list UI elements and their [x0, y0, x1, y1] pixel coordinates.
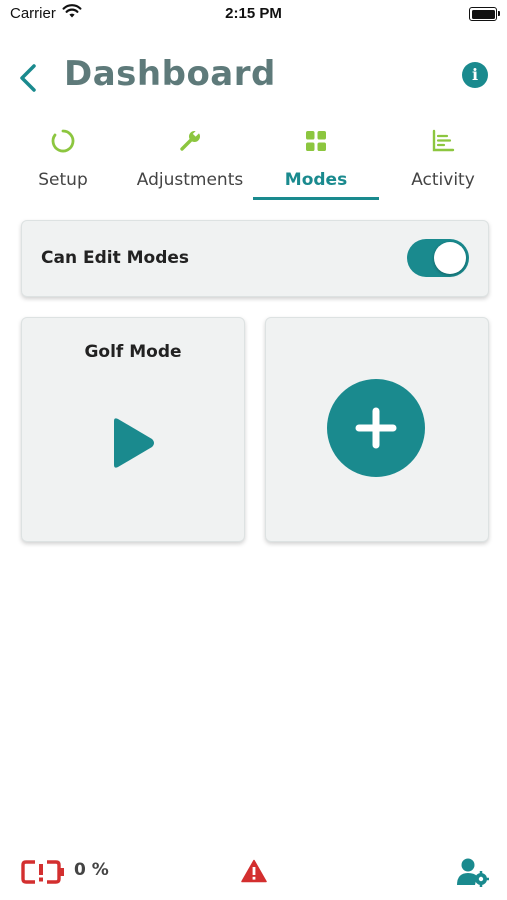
device-battery-icon — [21, 860, 65, 888]
tab-modes[interactable]: Modes — [253, 122, 379, 202]
battery-percent: 0 % — [74, 860, 109, 880]
active-tab-indicator — [253, 197, 379, 200]
mode-tile-golf[interactable]: Golf Mode — [21, 317, 245, 542]
add-mode-tile[interactable] — [265, 317, 489, 542]
toggle-knob — [434, 242, 466, 274]
header: Dashboard i — [0, 48, 507, 104]
plus-icon — [355, 407, 397, 449]
edit-modes-toggle[interactable] — [407, 239, 469, 277]
status-bar: Carrier 2:15 PM — [0, 0, 507, 30]
tab-activity[interactable]: Activity — [380, 122, 506, 202]
warning-icon[interactable] — [241, 859, 267, 887]
edit-modes-label: Can Edit Modes — [41, 248, 190, 268]
play-icon[interactable] — [110, 415, 158, 475]
tab-label: Modes — [284, 170, 348, 190]
info-icon[interactable]: i — [462, 62, 488, 88]
user-settings-icon[interactable] — [456, 857, 490, 891]
edit-modes-card: Can Edit Modes — [21, 220, 489, 297]
tab-setup[interactable]: Setup — [0, 122, 126, 202]
bottom-bar: 0 % — [0, 850, 507, 894]
tab-label: Adjustments — [136, 170, 244, 190]
clock: 2:15 PM — [225, 5, 282, 22]
ring-icon — [50, 128, 76, 154]
tab-bar: Setup Adjustments Modes Activity — [0, 122, 507, 202]
wrench-icon — [177, 128, 203, 154]
tab-label: Activity — [411, 170, 475, 190]
page-title: Dashboard — [64, 54, 276, 94]
battery-status-icon — [469, 7, 500, 21]
tab-adjustments[interactable]: Adjustments — [127, 122, 253, 202]
grid-icon — [303, 128, 329, 154]
back-button[interactable] — [14, 56, 44, 96]
chart-icon — [430, 128, 456, 154]
add-mode-button[interactable] — [327, 379, 425, 477]
tab-label: Setup — [38, 170, 88, 190]
mode-name: Golf Mode — [84, 342, 182, 362]
